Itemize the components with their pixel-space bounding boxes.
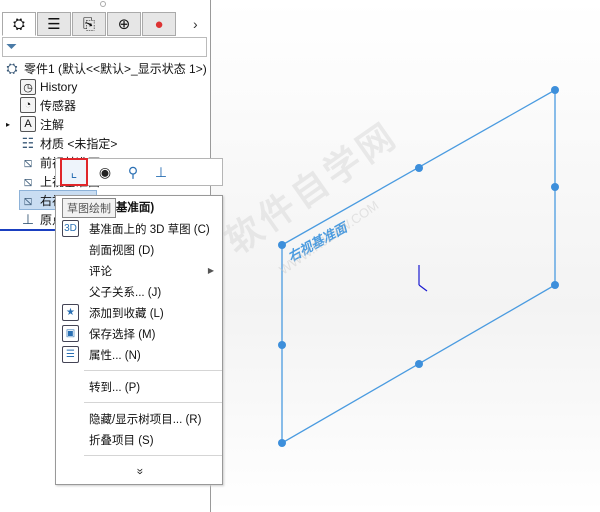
tab-feature-manager[interactable]: ⛭ <box>2 12 36 36</box>
graphics-viewport[interactable]: 右视基准面 <box>211 0 600 512</box>
menu-label: 基准面上的 3D 草图 (C) <box>89 223 210 236</box>
filter-icon: ⏷ <box>6 38 18 54</box>
tooltip: 草图绘制 <box>62 198 116 218</box>
plane-icon: ⧅ <box>23 191 33 208</box>
tab-dimxpert-manager[interactable]: ⊕ <box>107 12 141 36</box>
panel-grip[interactable] <box>100 1 106 7</box>
tree-root-label: 零件1 (默认<<默认>_显示状态 1>) <box>24 61 207 76</box>
menu-label: 添加到收藏 (L) <box>89 307 164 320</box>
menu-label: 隐藏/显示树项目... (R) <box>89 413 202 426</box>
sketch-icon: ⌞ <box>70 163 78 180</box>
tree-item-label: 材质 <未指定> <box>40 136 118 151</box>
menu-item-save-selection[interactable]: ▣ 保存选择 (M) <box>56 323 222 344</box>
tree-item-label: 传感器 <box>40 98 77 113</box>
menu-separator <box>84 402 222 403</box>
save-selection-icon: ▣ <box>62 325 79 342</box>
tree-item-material[interactable]: ☷ 材质 <未指定> <box>20 133 118 153</box>
hide-show-button[interactable]: ◉ <box>94 161 116 183</box>
normal-to-button[interactable]: ⊥ <box>150 161 172 183</box>
annotation-folder-icon: A <box>20 116 36 132</box>
tab-display-manager[interactable]: ● <box>142 12 176 36</box>
tree-item-label: 注解 <box>40 117 65 132</box>
menu-item-hide-show-tree-items[interactable]: 隐藏/显示树项目... (R) <box>56 408 222 429</box>
menu-item-3d-sketch-on-plane[interactable]: 3D 基准面上的 3D 草图 (C) <box>56 218 222 239</box>
tab-property-manager[interactable]: ☰ <box>37 12 71 36</box>
menu-item-collapse-items[interactable]: 折叠项目 (S) <box>56 429 222 450</box>
3d-sketch-icon: 3D <box>62 220 79 237</box>
zoom-to-selection-button[interactable]: ⚲ <box>122 161 144 183</box>
plane-icon: ⧅ <box>23 153 33 170</box>
menu-label: 评论 <box>89 265 112 278</box>
origin-icon: ⊥ <box>21 210 35 227</box>
sketch-button[interactable]: ⌞ <box>60 158 88 186</box>
menu-item-properties[interactable]: ☰ 属性... (N) <box>56 344 222 365</box>
rollback-bar[interactable] <box>0 229 60 231</box>
menu-item-comment[interactable]: 评论 ▶ <box>56 260 222 281</box>
plane-drawing: 右视基准面 <box>278 86 559 447</box>
submenu-arrow-icon: ▶ <box>207 266 214 275</box>
properties-icon: ☰ <box>62 346 79 363</box>
tree-item-label: History <box>40 80 78 94</box>
tree-item-sensors[interactable]: ◔ 传感器 <box>20 95 76 115</box>
menu-item-parent-child[interactable]: 父子关系... (J) <box>56 281 222 302</box>
menu-item-add-to-favorites[interactable]: ★ 添加到收藏 (L) <box>56 302 222 323</box>
history-folder-icon: ◷ <box>20 79 36 95</box>
menu-label: 保存选择 (M) <box>89 328 156 341</box>
part-icon: ⛭ <box>6 59 18 76</box>
menu-label: 剖面视图 (D) <box>89 244 155 257</box>
menu-item-section-view[interactable]: 剖面视图 (D) <box>56 239 222 260</box>
menu-label: 折叠项目 (S) <box>89 434 154 447</box>
menu-expand-more-icon[interactable]: » <box>130 462 151 482</box>
tree-filter[interactable]: ⏷ <box>2 37 207 57</box>
menu-item-go-to[interactable]: 转到... (P) <box>56 376 222 397</box>
plane-icon: ⧅ <box>23 172 33 189</box>
tree-item-history[interactable]: ◷ History <box>20 77 77 97</box>
menu-label: 转到... (P) <box>89 381 141 394</box>
menu-label: 属性... (N) <box>89 349 141 362</box>
favorite-icon: ★ <box>62 304 79 321</box>
origin-axis-icon <box>418 265 428 292</box>
menu-label: 父子关系... (J) <box>89 286 162 299</box>
tree-root[interactable]: ⛭ 零件1 (默认<<默认>_显示状态 1>) <box>4 58 207 78</box>
material-icon: ☷ <box>21 134 35 151</box>
expand-arrow-icon[interactable]: ▸ <box>6 120 20 129</box>
sensor-folder-icon: ◔ <box>20 97 36 113</box>
tree-item-annotations[interactable]: ▸ A 注解 <box>6 114 64 134</box>
tab-configuration-manager[interactable]: ⎘ <box>72 12 106 36</box>
menu-separator <box>84 455 222 456</box>
tab-scroll-right-icon[interactable]: › <box>193 12 207 36</box>
context-menu: (右视基准面) 3D 基准面上的 3D 草图 (C) 剖面视图 (D) 评论 ▶ 父… <box>55 195 223 485</box>
menu-separator <box>84 370 222 371</box>
context-toolbar: ⌞ ◉ ⚲ ⊥ <box>55 158 223 186</box>
